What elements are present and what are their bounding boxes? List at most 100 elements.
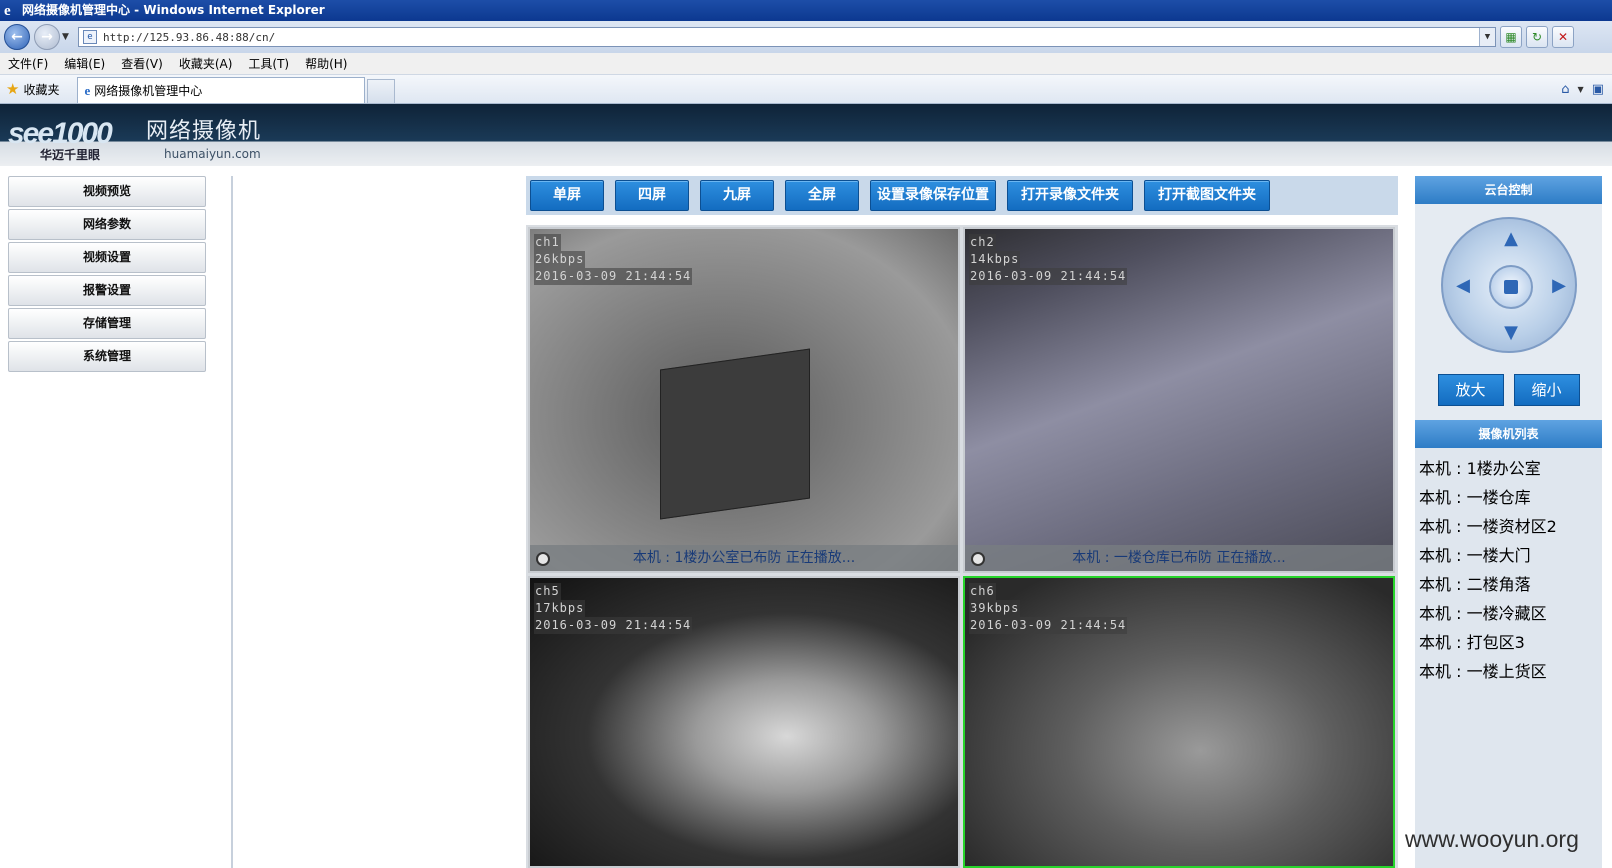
camera-status-text: 本机 : 1楼办公室已布防 正在播放...: [632, 550, 856, 566]
bitrate-label: 17kbps: [534, 600, 586, 617]
watermark-text: www.wooyun.org: [1405, 826, 1579, 852]
camera-view-ch5[interactable]: ch5 17kbps 2016-03-09 21:44:54: [528, 576, 960, 868]
timestamp-label: 2016-03-09 21:44:54: [969, 617, 1128, 634]
set-record-location-button[interactable]: 设置录像保存位置: [870, 180, 996, 211]
favorites-bar: ★ 收藏夹 e 网络摄像机管理中心 ⌂ ▼ ▣: [0, 75, 1612, 104]
tab-page-icon: e: [84, 82, 91, 98]
tab-title: 网络摄像机管理中心: [94, 84, 203, 98]
ptz-stop-button[interactable]: [1489, 265, 1533, 309]
channel-label: ch5: [534, 583, 561, 600]
home-icon[interactable]: ⌂: [1561, 82, 1569, 97]
camera-view-ch6[interactable]: ch6 39kbps 2016-03-09 21:44:54: [963, 576, 1395, 868]
bitrate-label: 26kbps: [534, 251, 586, 268]
sidebar-divider: [231, 176, 233, 868]
camera-view-ch2[interactable]: ch2 14kbps 2016-03-09 21:44:54 本机 : 一楼仓库…: [963, 227, 1395, 573]
pan-right-icon[interactable]: ▶: [1547, 274, 1571, 298]
camera-list-item[interactable]: 本机 : 打包区3: [1419, 628, 1602, 657]
forward-button[interactable]: →: [34, 24, 60, 50]
url-field[interactable]: e http://125.93.86.48:88/cn/ ▼: [78, 27, 1496, 47]
right-panel: 云台控制 ▲ ▼ ◀ ▶ 放大 缩小 摄像机列表 本机 : 1楼办公室 本机 :…: [1415, 176, 1602, 868]
camera-list: 本机 : 1楼办公室 本机 : 一楼仓库 本机 : 一楼资材区2 本机 : 一楼…: [1415, 448, 1602, 686]
menu-help[interactable]: 帮助(H): [297, 55, 355, 72]
back-button[interactable]: ←: [4, 24, 30, 50]
zoom-in-button[interactable]: 放大: [1437, 374, 1504, 406]
timestamp-label: 2016-03-09 21:44:54: [534, 268, 693, 285]
window-title: 网络摄像机管理中心 - Windows Internet Explorer: [22, 3, 325, 17]
video-grid: ch1 26kbps 2016-03-09 21:44:54 本机 : 1楼办公…: [526, 225, 1398, 868]
camera-list-item[interactable]: 本机 : 一楼大门: [1419, 541, 1602, 570]
pan-down-icon[interactable]: ▼: [1499, 321, 1523, 345]
menu-favorites[interactable]: 收藏夹(A): [171, 55, 241, 72]
home-dropdown-icon[interactable]: ▼: [1578, 85, 1584, 94]
camera-list-item[interactable]: 本机 : 一楼上货区: [1419, 657, 1602, 686]
camera-list-item[interactable]: 本机 : 1楼办公室: [1419, 454, 1602, 483]
timestamp-label: 2016-03-09 21:44:54: [969, 268, 1128, 285]
camera-list-item[interactable]: 本机 : 二楼角落: [1419, 570, 1602, 599]
compatibility-view-icon[interactable]: ▦: [1500, 26, 1522, 48]
zoom-out-button[interactable]: 缩小: [1513, 374, 1580, 406]
camera-view-ch1[interactable]: ch1 26kbps 2016-03-09 21:44:54 本机 : 1楼办公…: [528, 227, 960, 573]
history-dropdown-icon[interactable]: ▼: [62, 32, 74, 42]
site-domain: huamaiyun.com: [164, 147, 261, 161]
bitrate-label: 39kbps: [969, 600, 1021, 617]
quad-screen-button[interactable]: 四屏: [615, 180, 689, 211]
menu-edit[interactable]: 编辑(E): [56, 55, 113, 72]
camera-list-title: 摄像机列表: [1415, 420, 1602, 448]
feeds-icon[interactable]: ▣: [1592, 82, 1604, 97]
favorites-star-icon[interactable]: ★: [6, 80, 19, 98]
camera-list-item[interactable]: 本机 : 一楼冷藏区: [1419, 599, 1602, 628]
sidebar-item-video-settings[interactable]: 视频设置: [8, 242, 206, 273]
fullscreen-button[interactable]: 全屏: [785, 180, 859, 211]
channel-label: ch2: [969, 234, 996, 251]
site-logo: see1000: [8, 114, 113, 150]
camera-osd: ch5 17kbps 2016-03-09 21:44:54: [534, 583, 693, 634]
window-titlebar: e 网络摄像机管理中心 - Windows Internet Explorer: [0, 0, 1612, 21]
snapshot-camera-icon[interactable]: [536, 552, 550, 566]
zoom-controls: 放大 缩小: [1415, 374, 1602, 420]
url-dropdown-icon[interactable]: ▼: [1479, 28, 1495, 46]
menu-bar: 文件(F) 编辑(E) 查看(V) 收藏夹(A) 工具(T) 帮助(H): [0, 53, 1612, 75]
view-toolbar: 单屏 四屏 九屏 全屏 设置录像保存位置 打开录像文件夹 打开截图文件夹: [526, 176, 1398, 215]
camera-list-item[interactable]: 本机 : 一楼仓库: [1419, 483, 1602, 512]
new-tab-button[interactable]: [367, 79, 396, 103]
camera-osd: ch1 26kbps 2016-03-09 21:44:54: [534, 234, 693, 285]
favorites-button[interactable]: 收藏夹: [23, 81, 59, 98]
site-header: see1000 华迈千里眼 网络摄像机 huamaiyun.com: [0, 104, 1612, 166]
camera-list-item[interactable]: 本机 : 一楼资材区2: [1419, 512, 1602, 541]
channel-label: ch6: [969, 583, 996, 600]
timestamp-label: 2016-03-09 21:44:54: [534, 617, 693, 634]
camera-status-bar: 本机 : 1楼办公室已布防 正在播放...: [530, 545, 958, 571]
pan-up-icon[interactable]: ▲: [1499, 227, 1523, 251]
sidebar-item-video-preview[interactable]: 视频预览: [8, 176, 206, 207]
bitrate-label: 14kbps: [969, 251, 1021, 268]
sidebar-item-network-params[interactable]: 网络参数: [8, 209, 206, 240]
ptz-panel-title: 云台控制: [1415, 176, 1602, 204]
browser-tab[interactable]: e 网络摄像机管理中心: [77, 77, 366, 103]
menu-tools[interactable]: 工具(T): [240, 55, 297, 72]
nine-screen-button[interactable]: 九屏: [700, 180, 774, 211]
ptz-ring: ▲ ▼ ◀ ▶: [1441, 217, 1577, 353]
address-toolbar: ← → ▼ e http://125.93.86.48:88/cn/ ▼ ▦ ↻…: [0, 21, 1612, 53]
command-bar: ⌂ ▼ ▣: [1561, 82, 1604, 97]
pan-left-icon[interactable]: ◀: [1451, 274, 1475, 298]
url-text: http://125.93.86.48:88/cn/: [103, 30, 276, 44]
open-record-folder-button[interactable]: 打开录像文件夹: [1007, 180, 1133, 211]
snapshot-camera-icon[interactable]: [971, 552, 985, 566]
camera-status-bar: 本机 : 一楼仓库已布防 正在播放...: [965, 545, 1393, 571]
open-snapshot-folder-button[interactable]: 打开截图文件夹: [1144, 180, 1270, 211]
sidebar-item-alarm-settings[interactable]: 报警设置: [8, 275, 206, 306]
stop-icon[interactable]: ✕: [1552, 26, 1574, 48]
menu-view[interactable]: 查看(V): [113, 55, 171, 72]
sidebar-nav: 视频预览 网络参数 视频设置 报警设置 存储管理 系统管理: [8, 176, 206, 374]
stop-square-icon: [1504, 280, 1518, 294]
refresh-icon[interactable]: ↻: [1526, 26, 1548, 48]
camera-osd: ch2 14kbps 2016-03-09 21:44:54: [969, 234, 1128, 285]
scene-object: [660, 348, 810, 520]
sidebar-item-storage[interactable]: 存储管理: [8, 308, 206, 339]
sidebar-item-system[interactable]: 系统管理: [8, 341, 206, 372]
logo-subtitle: 华迈千里眼: [40, 148, 101, 162]
single-screen-button[interactable]: 单屏: [530, 180, 604, 211]
camera-osd: ch6 39kbps 2016-03-09 21:44:54: [969, 583, 1128, 634]
menu-file[interactable]: 文件(F): [0, 55, 56, 72]
page-icon: e: [83, 30, 97, 44]
